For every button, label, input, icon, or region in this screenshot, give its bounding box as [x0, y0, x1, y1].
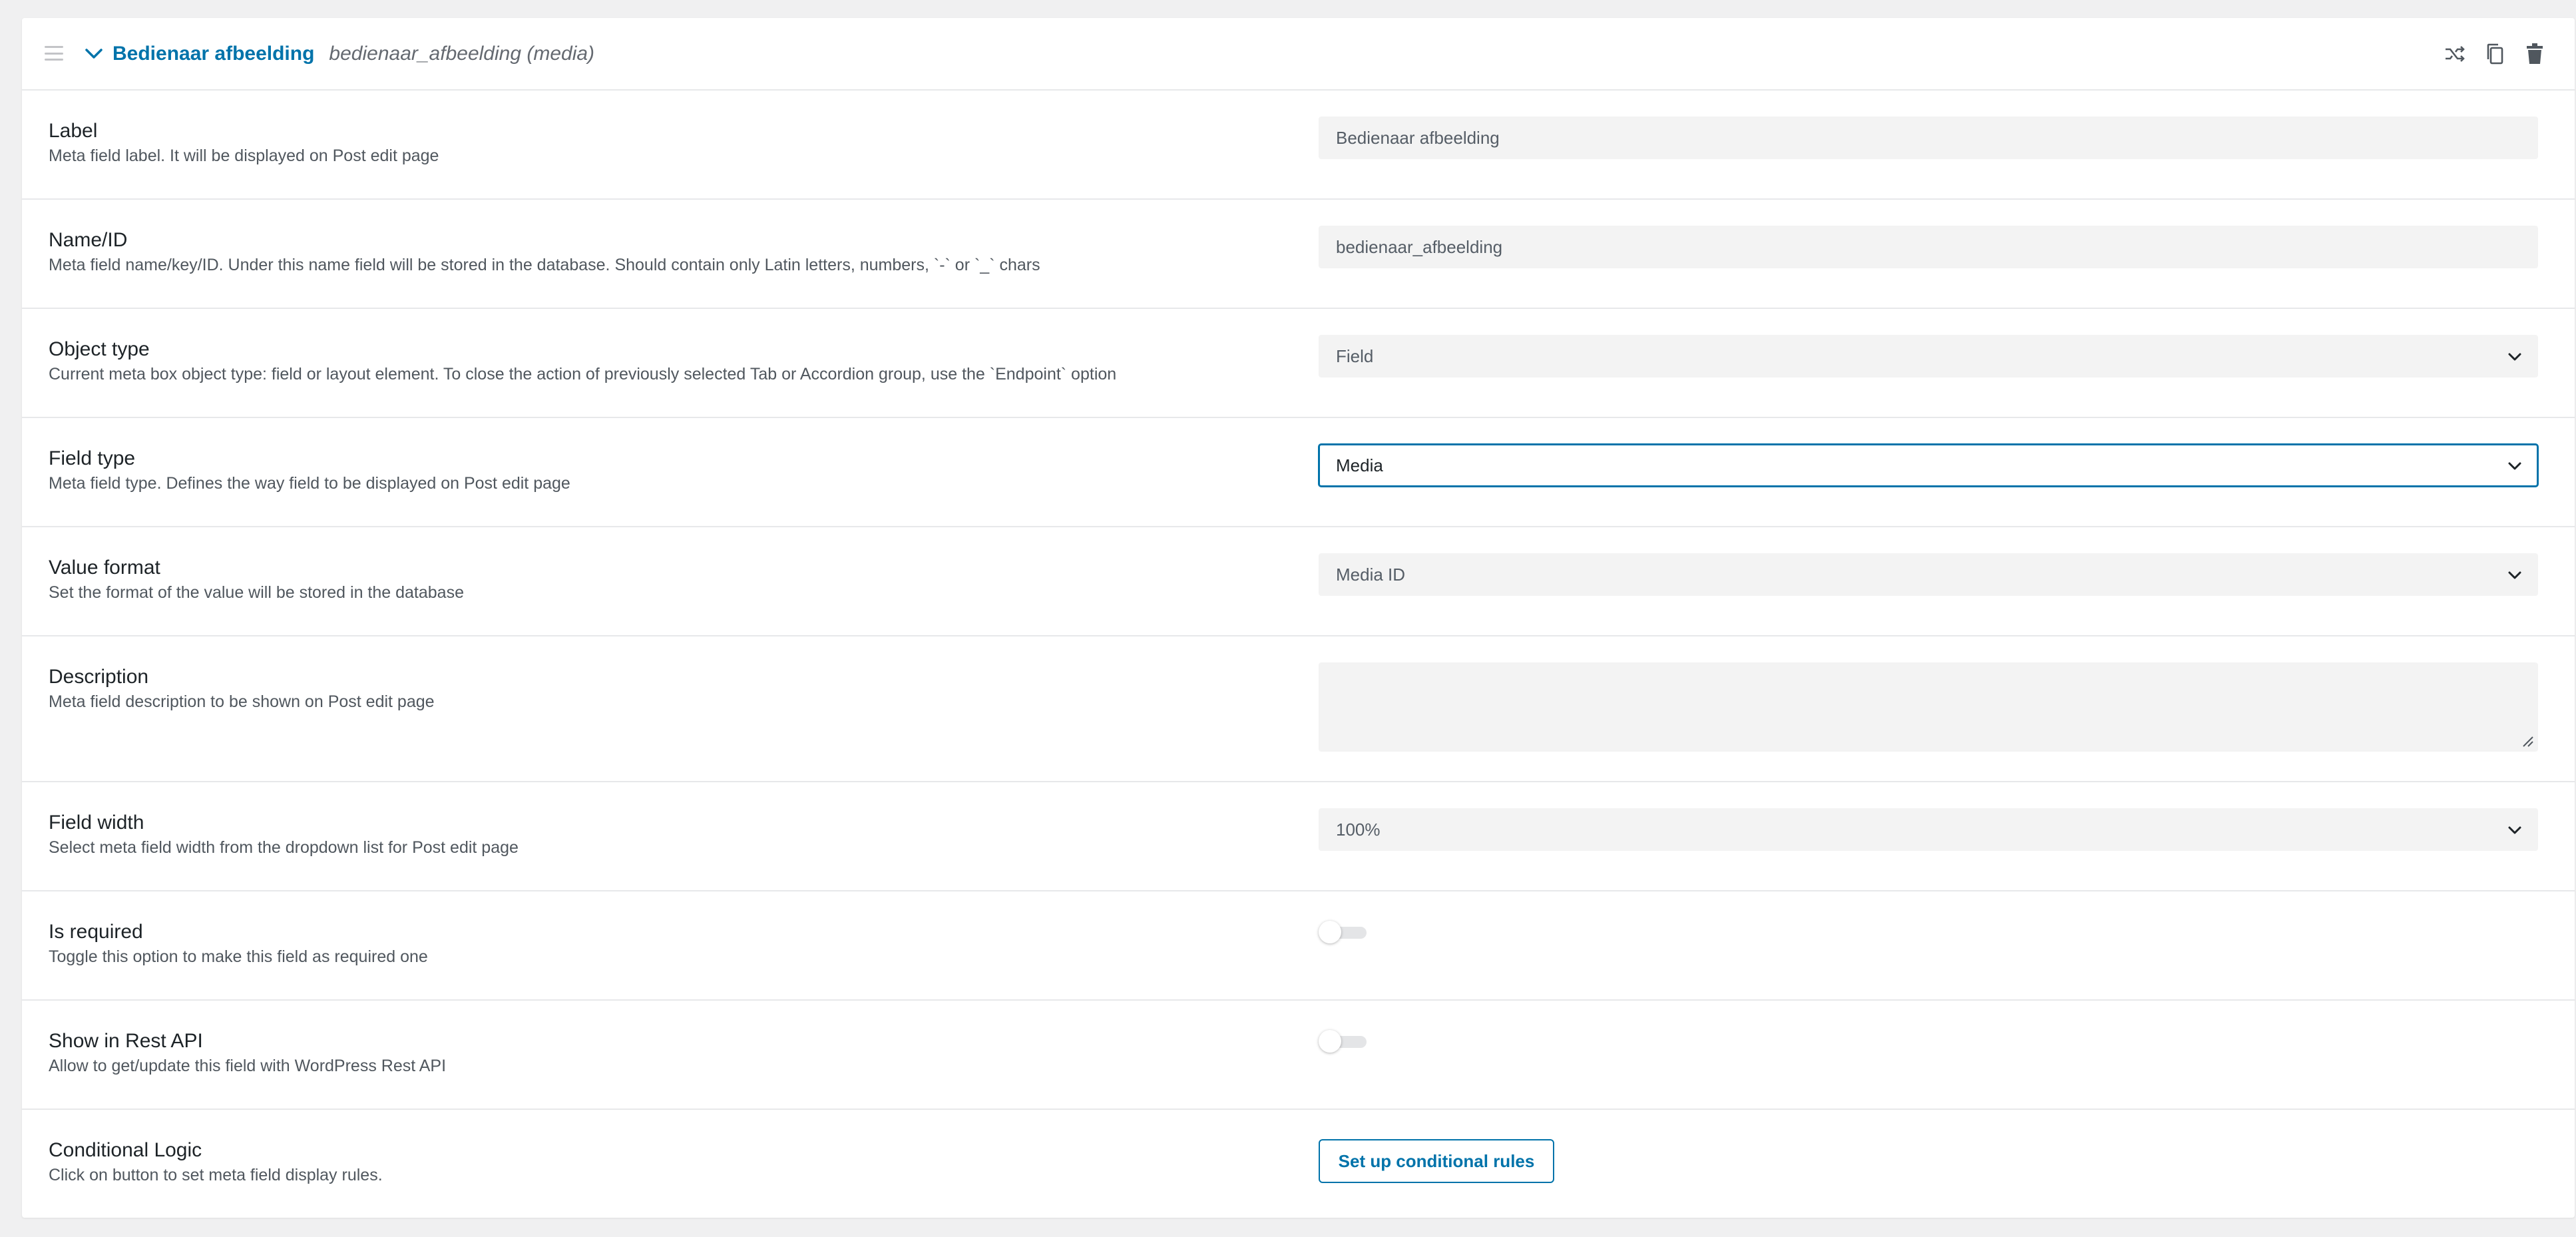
- row-field-width-desc: Select meta field width from the dropdow…: [49, 838, 519, 857]
- row-object-type-title: Object type: [49, 338, 150, 360]
- row-label-title: Label: [49, 120, 98, 142]
- chevron-down-icon: [2508, 462, 2521, 470]
- row-conditional-logic-desc: Click on button to set meta field displa…: [49, 1166, 383, 1184]
- show-in-rest-toggle[interactable]: [1319, 1030, 1368, 1053]
- row-field-width: Field width Select meta field width from…: [22, 782, 2575, 891]
- shuffle-icon[interactable]: [2442, 39, 2468, 69]
- row-description-title: Description: [49, 666, 149, 688]
- object-type-select[interactable]: Field: [1319, 335, 2538, 377]
- row-conditional-logic: Conditional Logic Click on button to set…: [22, 1110, 2575, 1218]
- row-is-required-desc: Toggle this option to make this field as…: [49, 947, 428, 966]
- row-field-width-title: Field width: [49, 812, 144, 834]
- row-object-type: Object type Current meta box object type…: [22, 309, 2575, 418]
- row-label-desc: Meta field label. It will be displayed o…: [49, 146, 439, 165]
- row-value-format-title: Value format: [49, 557, 160, 579]
- row-description: Description Meta field description to be…: [22, 636, 2575, 782]
- row-is-required: Is required Toggle this option to make t…: [22, 891, 2575, 1001]
- trash-icon[interactable]: [2521, 39, 2548, 69]
- row-field-type: Field type Meta field type. Defines the …: [22, 418, 2575, 527]
- field-type-select[interactable]: Media: [1319, 444, 2538, 487]
- field-type-value: Media: [1336, 455, 1383, 475]
- chevron-down-icon: [2508, 826, 2521, 834]
- row-object-type-desc: Current meta box object type: field or l…: [49, 365, 1117, 383]
- row-show-in-rest-title: Show in Rest API: [49, 1030, 203, 1052]
- meta-field-panel: Bedienaar afbeelding bedienaar_afbeeldin…: [22, 18, 2575, 1218]
- set-up-conditional-rules-button[interactable]: Set up conditional rules: [1319, 1139, 1554, 1183]
- row-name-id: Name/ID Meta field name/key/ID. Under th…: [22, 200, 2575, 309]
- row-show-in-rest-desc: Allow to get/update this field with Word…: [49, 1057, 447, 1075]
- field-width-value: 100%: [1336, 819, 1381, 840]
- header-actions: [2442, 38, 2548, 70]
- row-field-type-title: Field type: [49, 447, 136, 469]
- copy-icon[interactable]: [2481, 39, 2508, 69]
- drag-handle-icon[interactable]: [45, 46, 63, 61]
- row-conditional-logic-title: Conditional Logic: [49, 1139, 202, 1161]
- row-field-type-desc: Meta field type. Defines the way field t…: [49, 474, 570, 493]
- chevron-down-icon[interactable]: [79, 39, 108, 69]
- row-name-desc: Meta field name/key/ID. Under this name …: [49, 256, 1040, 274]
- is-required-toggle[interactable]: [1319, 921, 1368, 943]
- row-show-in-rest: Show in Rest API Allow to get/update thi…: [22, 1001, 2575, 1110]
- toggle-knob: [1319, 921, 1341, 943]
- field-title-name[interactable]: Bedienaar afbeelding: [112, 43, 314, 65]
- row-value-format: Value format Set the format of the value…: [22, 527, 2575, 636]
- resize-handle-icon[interactable]: [2519, 733, 2534, 748]
- row-name-title: Name/ID: [49, 229, 128, 251]
- row-label: Label Meta field label. It will be displ…: [22, 91, 2575, 200]
- value-format-select[interactable]: Media ID: [1319, 553, 2538, 596]
- description-textarea[interactable]: [1319, 662, 2538, 752]
- toggle-knob: [1319, 1030, 1341, 1053]
- name-input[interactable]: bedienaar_afbeelding: [1319, 226, 2538, 268]
- chevron-down-icon: [2508, 353, 2521, 361]
- field-width-select[interactable]: 100%: [1319, 808, 2538, 851]
- row-is-required-title: Is required: [49, 921, 143, 943]
- value-format-value: Media ID: [1336, 564, 1406, 585]
- chevron-down-icon: [2508, 571, 2521, 579]
- row-value-format-desc: Set the format of the value will be stor…: [49, 583, 464, 602]
- field-title: Bedienaar afbeelding bedienaar_afbeeldin…: [112, 18, 594, 89]
- field-title-meta: bedienaar_afbeelding (media): [329, 42, 595, 65]
- field-header[interactable]: Bedienaar afbeelding bedienaar_afbeeldin…: [22, 18, 2575, 91]
- object-type-value: Field: [1336, 346, 1374, 366]
- row-description-desc: Meta field description to be shown on Po…: [49, 692, 435, 711]
- label-input[interactable]: Bedienaar afbeelding: [1319, 117, 2538, 159]
